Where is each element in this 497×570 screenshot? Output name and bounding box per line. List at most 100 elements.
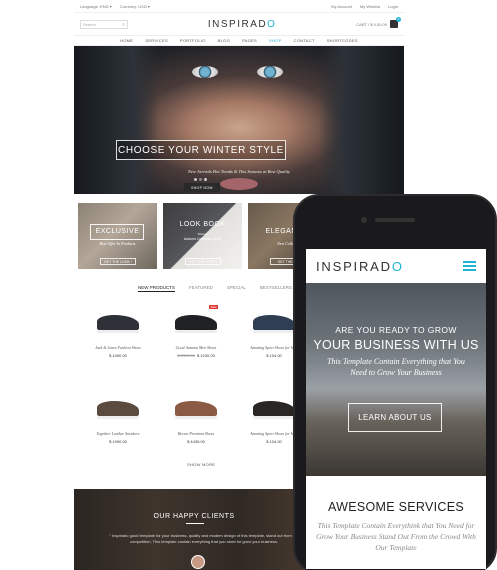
nav-item-portfolio[interactable]: PORTFOLIO: [180, 38, 206, 43]
product-tabs: NEW PRODUCTS FEATURED SPECIAL BESTSELLERS: [138, 285, 292, 292]
mobile-hero-line1: ARE YOU READY TO GROW: [335, 325, 457, 335]
product-card[interactable]: Together Leather Sneakers $ 1990.00: [86, 389, 150, 463]
old-price: $ 2300.00: [177, 353, 195, 358]
product-image[interactable]: [175, 401, 217, 419]
banner-subtitle: Best Offer In Products: [99, 241, 136, 246]
client-quote: “ Inspirado good template for your busin…: [109, 533, 299, 544]
shop-now-button[interactable]: SHOP NOW: [184, 183, 220, 192]
product-price: $ 104.00: [266, 439, 282, 444]
nav-item-shortcodes[interactable]: SHORTCODES: [327, 38, 358, 43]
mobile-hero: ARE YOU READY TO GROW YOUR BUSINESS WITH…: [306, 283, 486, 476]
services-text: This Template Contain Everythink that Yo…: [316, 521, 476, 552]
my-account-link[interactable]: My Account: [331, 4, 352, 9]
hero-image-eye-right: [257, 66, 283, 78]
hero-title: CHOOSE YOUR WINTER STYLE: [116, 140, 286, 160]
clients-title: OUR HAPPY CLIENTS: [153, 513, 235, 520]
product-card[interactable]: Sale Good Autumn Men Shoes $ 2300.00 $ 1230…: [164, 303, 228, 377]
hero-image-lips: [220, 178, 258, 190]
product-price: $ 104.00: [266, 353, 282, 358]
product-card[interactable]: Jack & Jones Fashion Shoes $ 1090.00: [86, 303, 150, 377]
services-title: AWESOME SERVICES: [327, 500, 465, 514]
hero-subtitle: New Arrivals Hot Trends & This Seasons a…: [187, 169, 291, 174]
product-image[interactable]: [97, 315, 139, 333]
product-name[interactable]: Good Autumn Men Shoes: [164, 345, 228, 350]
product-image[interactable]: [175, 315, 217, 333]
wishlist-link[interactable]: My Wishlist: [360, 4, 380, 9]
logo-text: INSPIRAD: [207, 18, 268, 30]
product-price: $ 4435.00: [187, 439, 205, 444]
sale-badge: Sale: [209, 305, 218, 309]
logo-accent: O: [267, 18, 277, 30]
tab-special[interactable]: SPECIAL: [227, 285, 246, 292]
mobile-logo-text: INSPIRAD: [316, 258, 392, 274]
client-avatar: [191, 555, 205, 569]
learn-about-us-button[interactable]: LEARN ABOUT US: [348, 403, 442, 432]
banner-title: LOOK BOOK: [179, 221, 226, 228]
product-price: $ 1990.00: [109, 439, 127, 444]
product-card[interactable]: Brown Premium Shoes $ 4435.00: [164, 389, 228, 463]
product-image[interactable]: [253, 315, 295, 333]
nav-item-pages[interactable]: PAGES: [242, 38, 257, 43]
slider-dot[interactable]: [199, 178, 202, 181]
slider-dots: [194, 178, 207, 181]
product-price-row: $ 1090.00: [86, 353, 150, 358]
login-link[interactable]: Login: [388, 4, 398, 9]
cart-count-badge: 0: [396, 17, 401, 22]
banner-subtitle: Woman: [197, 232, 208, 236]
hero-image-eye-left: [192, 66, 218, 78]
banner-title: EXCLUSIVE: [95, 228, 140, 235]
site-header: Search ⌕ INSPIRADO CART / $ 0,00.00 0: [74, 13, 404, 35]
mobile-logo[interactable]: INSPIRADO: [316, 259, 404, 274]
nav-item-blog[interactable]: BLOG: [218, 38, 230, 43]
cart-icon[interactable]: 0: [390, 17, 401, 28]
product-price: $ 1230.00: [197, 353, 215, 358]
cart-label: CART / $ 0,00.00: [356, 21, 387, 27]
search-input[interactable]: Search ⌕: [80, 19, 128, 29]
show-more-link[interactable]: SHOW MORE: [187, 462, 215, 467]
mobile-hero-line3: This Template Contain Everything that Yo…: [327, 357, 465, 377]
get-the-look-button[interactable]: GET THE LOOK ›: [185, 258, 221, 265]
mobile-services: AWESOME SERVICES This Template Contain E…: [306, 476, 486, 569]
search-icon[interactable]: ⌕: [122, 22, 125, 29]
language-select[interactable]: Language: ENG ▾: [80, 4, 112, 9]
product-price-row: $ 2300.00 $ 1230.00: [164, 353, 228, 358]
mobile-logo-accent: O: [391, 258, 404, 274]
product-price-row: $ 1990.00: [86, 439, 150, 444]
nav-item-home[interactable]: HOME: [120, 38, 133, 43]
phone-mockup: INSPIRADO ARE YOU READY TO GROW YOUR BUS…: [293, 194, 497, 570]
banner-extra: Autumn Collection 2015: [183, 237, 222, 241]
divider: [186, 523, 204, 524]
site-logo[interactable]: INSPIRADO: [208, 19, 277, 30]
mobile-header: INSPIRADO: [306, 249, 486, 283]
tab-bestsellers[interactable]: BESTSELLERS: [260, 285, 292, 292]
get-the-look-button[interactable]: GET THE LOOK ›: [100, 258, 136, 265]
promo-banners: EXCLUSIVE Best Offer In Products GET THE…: [78, 203, 327, 269]
nav-item-services[interactable]: SERVICES: [145, 38, 168, 43]
product-name[interactable]: Brown Premium Shoes: [164, 431, 228, 436]
banner-look-book[interactable]: LOOK BOOK Woman Autumn Collection 2015 G…: [163, 203, 242, 269]
nav-item-contact[interactable]: CONTACT: [294, 38, 315, 43]
tab-featured[interactable]: FEATURED: [189, 285, 213, 292]
cart-widget[interactable]: CART / $ 0,00.00 0: [356, 17, 401, 28]
search-placeholder: Search: [83, 21, 96, 27]
product-name[interactable]: Together Leather Sneakers: [86, 431, 150, 436]
product-price: $ 1090.00: [109, 353, 127, 358]
slider-dot[interactable]: [194, 178, 197, 181]
product-image[interactable]: [253, 401, 295, 419]
main-nav: HOME SERVICES PORTFOLIO BLOG PAGES SHOP CONTAC…: [74, 35, 404, 46]
hero-slider: CHOOSE YOUR WINTER STYLE New Arrivals Ho…: [74, 46, 404, 194]
top-bar: Language: ENG ▾ Currency: USD ▾ My Accou…: [74, 0, 404, 13]
tab-new-products[interactable]: NEW PRODUCTS: [138, 285, 175, 292]
hamburger-menu-icon[interactable]: [463, 261, 476, 271]
banner-exclusive[interactable]: EXCLUSIVE Best Offer In Products GET THE…: [78, 203, 157, 269]
product-name[interactable]: Jack & Jones Fashion Shoes: [86, 345, 150, 350]
currency-select[interactable]: Currency: USD ▾: [120, 4, 150, 9]
product-price-row: $ 4435.00: [164, 439, 228, 444]
nav-item-shop[interactable]: SHOP: [269, 38, 282, 43]
mobile-hero-line2: YOUR BUSINESS WITH US: [313, 338, 479, 352]
product-image[interactable]: [97, 401, 139, 419]
phone-speaker: [375, 218, 415, 222]
slider-dot[interactable]: [204, 178, 207, 181]
phone-screen: INSPIRADO ARE YOU READY TO GROW YOUR BUS…: [306, 249, 486, 569]
phone-camera: [361, 217, 367, 223]
